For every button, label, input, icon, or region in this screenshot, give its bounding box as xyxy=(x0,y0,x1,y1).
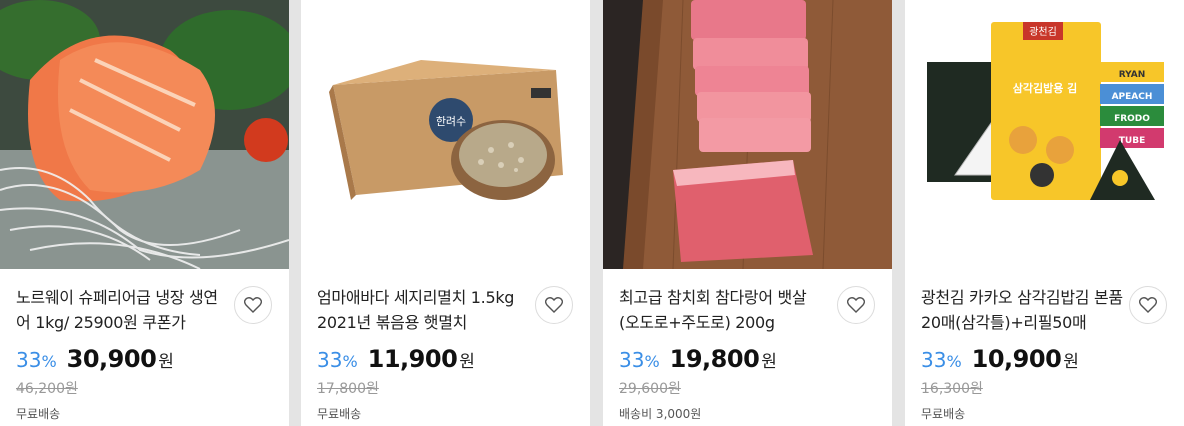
product-title[interactable]: 노르웨이 슈페리어급 냉장 생연어 1kg/ 25900원 쿠폰가 xyxy=(16,285,221,335)
product-info: 노르웨이 슈페리어급 냉장 생연어 1kg/ 25900원 쿠폰가 33% 30… xyxy=(0,269,289,422)
price-row: 33% 19,800 원 xyxy=(619,345,876,377)
seaweed-label-3: FRODO xyxy=(1114,114,1150,124)
heart-outline-icon[interactable] xyxy=(1129,286,1167,324)
product-card[interactable]: 광천김 삼각김밥용 김 RYAN APEACH FRODO TUBE 광천김 카… xyxy=(905,0,1184,426)
sale-price: 11,900 xyxy=(367,345,458,373)
product-card[interactable]: 최고급 참치회 참다랑어 뱃살(오도로+주도로) 200g 33% 19,800… xyxy=(603,0,892,426)
price-row: 33% 10,900 원 xyxy=(921,345,1168,377)
product-info: 엄마애바다 세지리멸치 1.5kg 2021년 볶음용 햇멸치 33% 11,9… xyxy=(301,269,590,422)
product-image-salmon[interactable] xyxy=(0,0,289,269)
seaweed-brand-text: 광천김 xyxy=(1029,26,1057,38)
discount-rate: 33% xyxy=(16,348,57,372)
seaweed-headline-text: 삼각김밥용 김 xyxy=(1013,81,1078,95)
seaweed-label-1: RYAN xyxy=(1119,70,1146,80)
product-title[interactable]: 광천김 카카오 삼각김밥김 본품20매(삼각틀)+리필50매 xyxy=(921,285,1126,335)
sale-price: 19,800 xyxy=(669,345,760,373)
discount-rate: 33% xyxy=(921,348,962,372)
discount-rate: 33% xyxy=(317,348,358,372)
seaweed-label-2: APEACH xyxy=(1112,92,1153,102)
currency-label: 원 xyxy=(459,352,475,372)
shipping-info: 무료배송 xyxy=(921,407,966,421)
product-title[interactable]: 엄마애바다 세지리멸치 1.5kg 2021년 볶음용 햇멸치 xyxy=(317,285,522,335)
product-info: 광천김 카카오 삼각김밥김 본품20매(삼각틀)+리필50매 33% 10,90… xyxy=(905,269,1184,422)
heart-outline-icon[interactable] xyxy=(837,286,875,324)
sale-price: 10,900 xyxy=(971,345,1062,373)
original-price: 46,200원 xyxy=(16,381,78,397)
heart-outline-icon[interactable] xyxy=(234,286,272,324)
product-card[interactable]: 한려수 엄마애바다 세지리멸치 1.5kg 2021년 볶음용 햇멸치 33% … xyxy=(301,0,590,426)
product-image-tuna[interactable] xyxy=(603,0,892,269)
sale-price: 30,900 xyxy=(66,345,157,373)
product-image-anchovy[interactable]: 한려수 xyxy=(301,0,590,269)
original-price: 17,800원 xyxy=(317,381,379,397)
shipping-info: 무료배송 xyxy=(16,407,61,421)
shipping-info: 배송비 3,000원 xyxy=(619,407,702,421)
heart-outline-icon[interactable] xyxy=(535,286,573,324)
shipping-info: 무료배송 xyxy=(317,407,362,421)
discount-rate: 33% xyxy=(619,348,660,372)
product-info: 최고급 참치회 참다랑어 뱃살(오도로+주도로) 200g 33% 19,800… xyxy=(603,269,892,422)
original-price: 16,300원 xyxy=(921,381,983,397)
svg-text:한려수: 한려수 xyxy=(436,115,466,128)
seaweed-label-4: TUBE xyxy=(1119,136,1145,146)
product-card[interactable]: 노르웨이 슈페리어급 냉장 생연어 1kg/ 25900원 쿠폰가 33% 30… xyxy=(0,0,289,426)
currency-label: 원 xyxy=(1063,352,1079,372)
product-title[interactable]: 최고급 참치회 참다랑어 뱃살(오도로+주도로) 200g xyxy=(619,285,824,335)
price-row: 33% 11,900 원 xyxy=(317,345,574,377)
product-image-seaweed[interactable]: 광천김 삼각김밥용 김 RYAN APEACH FRODO TUBE xyxy=(905,0,1184,269)
currency-label: 원 xyxy=(158,352,174,372)
currency-label: 원 xyxy=(761,352,777,372)
product-grid: 노르웨이 슈페리어급 냉장 생연어 1kg/ 25900원 쿠폰가 33% 30… xyxy=(0,0,1184,426)
original-price: 29,600원 xyxy=(619,381,681,397)
price-row: 33% 30,900 원 xyxy=(16,345,273,377)
